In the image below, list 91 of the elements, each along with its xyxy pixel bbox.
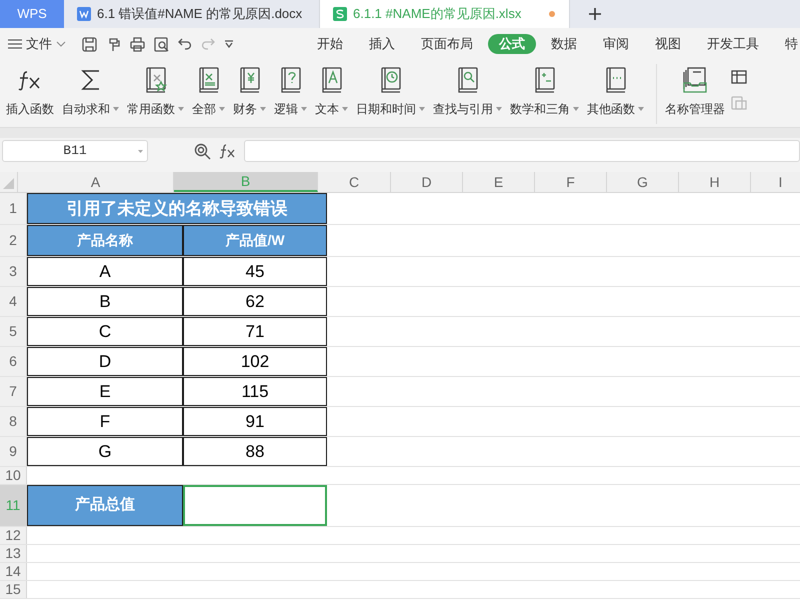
ribbon-tab[interactable]: 数据 <box>540 34 588 54</box>
table-cell: 102 <box>183 347 327 376</box>
ribbon-button[interactable]: 文本 <box>313 66 350 118</box>
chevron-icon <box>56 41 66 47</box>
ribbon-tab[interactable]: 开始 <box>306 34 354 54</box>
row-number[interactable]: 10 <box>0 467 27 484</box>
magnifier-book-icon <box>456 67 480 93</box>
star-function-icon <box>144 67 168 93</box>
title-cell: 引用了未定义的名称导致错误 <box>27 193 327 224</box>
ribbon-tab[interactable]: 开发工具 <box>696 34 770 54</box>
save-icon[interactable] <box>82 36 97 52</box>
table-cell: 88 <box>183 437 327 466</box>
tray-icon <box>682 67 708 93</box>
table-cell: D <box>27 347 183 376</box>
table-cell: A <box>27 257 183 286</box>
row-number[interactable]: 5 <box>0 317 27 346</box>
column-header[interactable]: E <box>463 172 535 192</box>
table-cell: G <box>27 437 183 466</box>
print-icon[interactable] <box>130 36 145 52</box>
letter-book-icon <box>320 67 344 93</box>
ribbon-tab[interactable]: 页面布局 <box>410 34 484 54</box>
currency-book-icon <box>238 67 262 93</box>
table-cell: E <box>27 377 183 406</box>
dropdown-icon[interactable] <box>224 40 234 48</box>
zoom-icon[interactable] <box>194 142 211 160</box>
ribbon-tab[interactable]: 审阅 <box>592 34 640 54</box>
function-icon[interactable] <box>219 144 236 158</box>
print-preview-icon[interactable] <box>154 36 169 52</box>
function-book-icon <box>196 67 220 93</box>
row-number[interactable]: 9 <box>0 437 27 466</box>
ribbon-tab[interactable]: 插入 <box>358 34 406 54</box>
menu-icon <box>8 39 22 49</box>
dots-book-icon <box>604 67 628 93</box>
ribbon-button[interactable]: 其他函数 <box>585 66 646 118</box>
row-number[interactable]: 8 <box>0 407 27 436</box>
table-cell: 115 <box>183 377 327 406</box>
total-label-cell: 产品总值 <box>27 485 183 526</box>
ribbon-button[interactable]: 名称管理器 <box>663 66 727 118</box>
header-cell: 产品名称 <box>27 225 183 256</box>
row-number[interactable]: 4 <box>0 287 27 316</box>
table-cell: B <box>27 287 183 316</box>
ribbon-tab[interactable]: 公式 <box>488 34 536 54</box>
clock-book-icon <box>378 67 402 93</box>
row-number[interactable]: 6 <box>0 347 27 376</box>
home-tab[interactable]: WPS <box>0 0 64 28</box>
column-header[interactable]: F <box>535 172 607 192</box>
caret-icon <box>138 150 143 153</box>
ribbon-button[interactable]: 全部 <box>190 66 227 118</box>
ribbon-button[interactable]: 自动求和 <box>60 66 121 118</box>
ribbon-button[interactable]: 日期和时间 <box>354 66 427 118</box>
row-number[interactable]: 7 <box>0 377 27 406</box>
ribbon-tab[interactable]: 视图 <box>644 34 692 54</box>
new-tab-icon[interactable] <box>589 8 601 20</box>
table-cell: 71 <box>183 317 327 346</box>
row-number[interactable]: 2 <box>0 225 27 256</box>
table-cell: F <box>27 407 183 436</box>
name-box[interactable]: B11 <box>2 140 148 162</box>
table-icon <box>731 70 747 84</box>
row-number[interactable]: 3 <box>0 257 27 286</box>
document-icon <box>77 7 91 21</box>
row-number[interactable]: 12 <box>0 527 27 544</box>
sigma-icon <box>80 68 102 92</box>
ribbon-button[interactable]: 逻辑 <box>272 66 309 118</box>
row-number[interactable]: 15 <box>0 581 27 598</box>
undo-icon[interactable] <box>178 37 192 51</box>
ribbon-button[interactable]: 常用函数 <box>125 66 186 118</box>
column-header[interactable]: H <box>679 172 751 192</box>
column-header[interactable]: D <box>391 172 463 192</box>
ribbon-button[interactable]: 数学和三角 <box>508 66 581 118</box>
column-header[interactable]: G <box>607 172 679 192</box>
table-cell: 45 <box>183 257 327 286</box>
table-cell: C <box>27 317 183 346</box>
row-number[interactable]: 13 <box>0 545 27 562</box>
column-header[interactable]: C <box>318 172 391 192</box>
column-header[interactable]: I <box>751 172 800 192</box>
header-cell: 产品值/W <box>183 225 327 256</box>
plus-minus-book-icon <box>532 67 556 93</box>
row-number[interactable]: 14 <box>0 563 27 580</box>
ribbon-button[interactable]: 插入函数 <box>4 66 56 118</box>
file-menu[interactable]: 文件 <box>8 34 74 54</box>
table-cell: 62 <box>183 287 327 316</box>
spreadsheet-icon <box>333 7 347 21</box>
document-tab[interactable]: 6.1.1 #NAME的常见原因.xlsx <box>320 0 570 28</box>
ribbon-button[interactable]: 查找与引用 <box>431 66 504 118</box>
question-book-icon <box>278 67 302 93</box>
table-cell: 91 <box>183 407 327 436</box>
paste-icon <box>731 94 747 110</box>
selected-cell[interactable] <box>183 485 327 526</box>
ribbon-button[interactable]: 财务 <box>231 66 268 118</box>
row-number[interactable]: 1 <box>0 193 27 224</box>
ribbon-tab[interactable]: 特 <box>774 34 800 54</box>
